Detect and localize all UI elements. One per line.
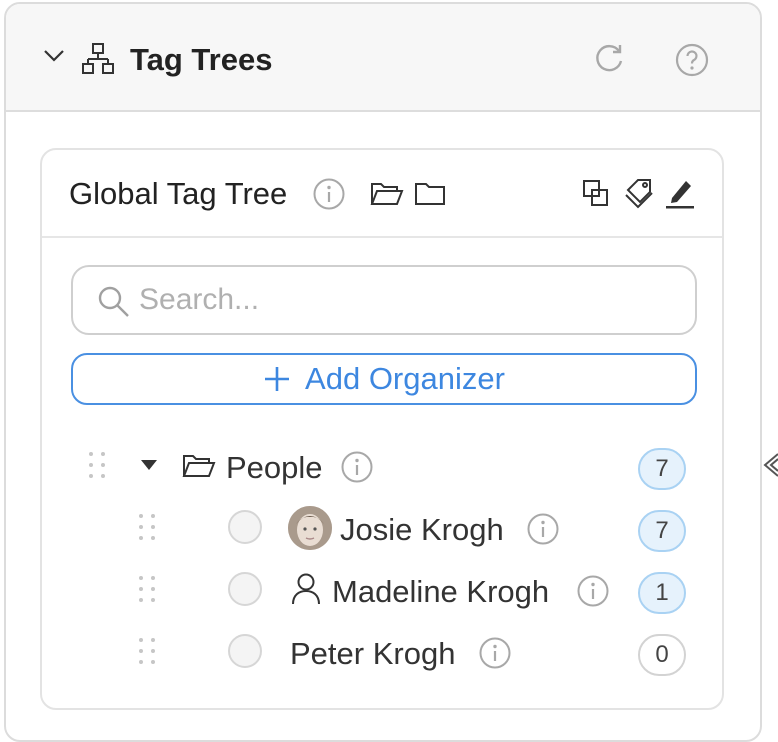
tree-row-people[interactable]: People 7 [42, 434, 726, 494]
sitemap-icon [82, 42, 114, 76]
search-input[interactable]: Search... [71, 265, 697, 335]
search-placeholder: Search... [139, 283, 260, 316]
tree-row-josie-krogh[interactable]: Josie Krogh 7 [42, 496, 726, 556]
pencil-icon[interactable] [664, 176, 696, 210]
clone-icon[interactable] [582, 179, 610, 209]
drag-handle-icon[interactable] [136, 636, 158, 666]
card-title: Global Tag Tree [69, 176, 288, 211]
drag-handle-icon[interactable] [86, 450, 108, 480]
select-radio[interactable] [228, 572, 262, 606]
select-radio[interactable] [228, 634, 262, 668]
collapse-side-icon[interactable] [762, 450, 778, 480]
tree-row-peter-krogh[interactable]: Peter Krogh 0 [42, 620, 726, 680]
folder-open-icon[interactable] [370, 180, 404, 208]
info-icon[interactable] [478, 636, 512, 670]
help-icon[interactable] [674, 42, 710, 78]
info-icon[interactable] [526, 512, 560, 546]
card-header: Global Tag Tree [42, 150, 722, 238]
panel-header: Tag Trees [6, 4, 760, 112]
count-badge: 0 [638, 634, 686, 676]
info-icon[interactable] [340, 450, 374, 484]
drag-handle-icon[interactable] [136, 574, 158, 604]
drag-handle-icon[interactable] [136, 512, 158, 542]
info-icon[interactable] [576, 574, 610, 608]
plus-icon [263, 365, 291, 393]
count-badge: 7 [638, 448, 686, 490]
count-badge: 1 [638, 572, 686, 614]
info-icon[interactable] [312, 177, 346, 211]
tree-label-peter-krogh: Peter Krogh [290, 636, 456, 671]
avatar [288, 506, 332, 550]
tree-row-madeline-krogh[interactable]: Madeline Krogh 1 [42, 558, 726, 618]
refresh-icon[interactable] [592, 42, 626, 76]
tree-label-madeline-krogh: Madeline Krogh [332, 574, 550, 609]
count-badge: 7 [638, 510, 686, 552]
folder-open-icon [182, 452, 216, 480]
add-organizer-label: Add Organizer [305, 361, 505, 396]
person-icon [290, 572, 322, 606]
panel-title: Tag Trees [130, 42, 273, 77]
caret-down-icon[interactable] [140, 459, 158, 471]
folder-icon[interactable] [414, 180, 446, 208]
chevron-down-icon[interactable] [42, 48, 66, 64]
tag-trees-panel: Tag Trees Global Tag Tree Search... Add … [4, 2, 762, 742]
global-tag-tree-card: Global Tag Tree Search... Add Organizer … [40, 148, 724, 710]
tree-label-josie-krogh: Josie Krogh [340, 512, 504, 547]
tree-label-people: People [226, 450, 323, 485]
add-organizer-button[interactable]: Add Organizer [71, 353, 697, 405]
tags-icon[interactable] [624, 176, 656, 210]
select-radio[interactable] [228, 510, 262, 544]
search-icon [97, 285, 131, 319]
